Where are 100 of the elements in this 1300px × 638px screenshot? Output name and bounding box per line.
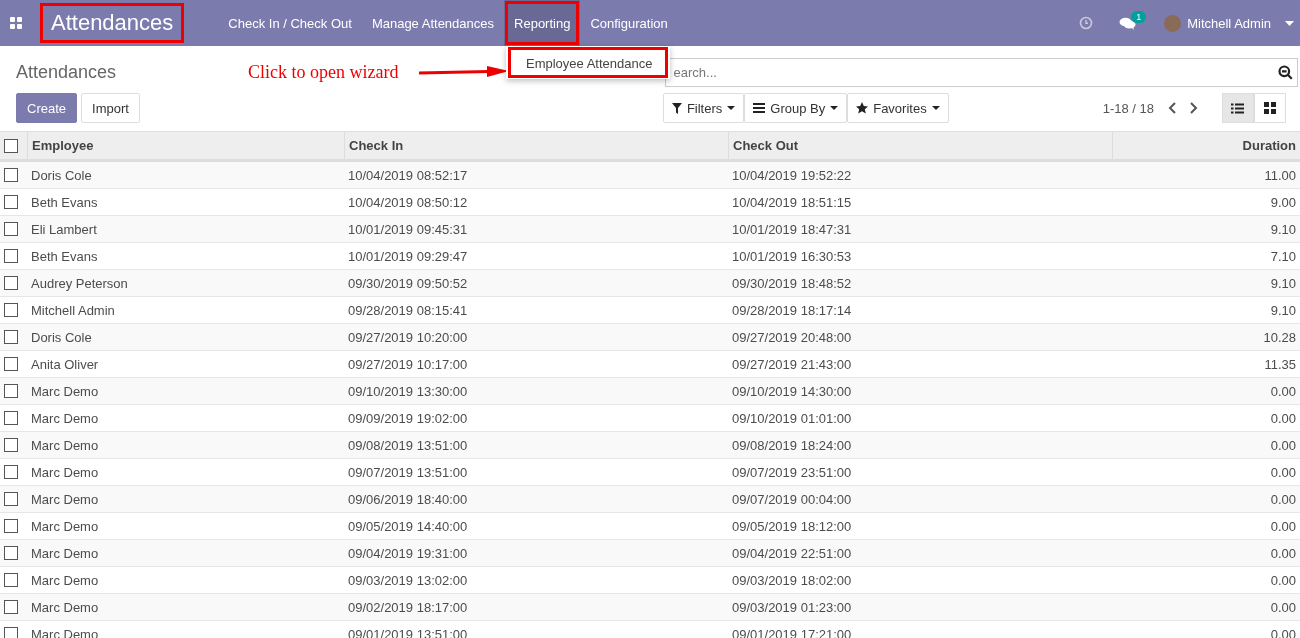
table-cell-text: 10/01/2019 16:30:53 <box>731 248 853 264</box>
user-menu[interactable]: Mitchell Admin <box>1187 15 1271 31</box>
table-cell-text: 09/01/2019 17:21:00 <box>731 626 853 638</box>
table-cell-text: 09/27/2019 10:20:00 <box>347 329 469 345</box>
chat-icon[interactable] <box>1119 16 1137 30</box>
row-checkbox[interactable] <box>4 519 18 533</box>
filter-dropdown-button[interactable]: Favorites <box>847 93 949 123</box>
row-checkbox[interactable] <box>4 438 18 452</box>
caret-icon[interactable] <box>1285 20 1294 26</box>
menu-item[interactable]: Check In / Check Out <box>218 0 362 46</box>
app-grid-icon[interactable] <box>10 17 22 29</box>
row-checkbox[interactable] <box>4 600 18 614</box>
row-checkbox[interactable] <box>4 627 18 638</box>
table-cell-text: Marc Demo <box>30 383 100 399</box>
row-checkbox[interactable] <box>4 168 18 182</box>
table-cell-text: 09/07/2019 00:04:00 <box>731 491 853 507</box>
row-checkbox[interactable] <box>4 276 18 290</box>
table-cell-text: 10/04/2019 19:52:22 <box>731 167 853 183</box>
column-header[interactable]: Employee <box>27 132 344 159</box>
table-cell-text: 09/10/2019 14:30:00 <box>731 383 853 399</box>
row-checkbox[interactable] <box>4 249 18 263</box>
table-cell-text: 09/03/2019 01:23:00 <box>731 599 853 615</box>
list-view-button[interactable] <box>1222 93 1254 123</box>
table-cell-text: 0.00 <box>1269 491 1297 507</box>
row-checkbox[interactable] <box>4 330 18 344</box>
caret-icon <box>727 106 736 110</box>
search-icon[interactable] <box>1278 64 1293 80</box>
menu-item[interactable]: Configuration <box>580 0 678 46</box>
row-checkbox[interactable] <box>4 573 18 587</box>
caret-icon <box>830 106 839 110</box>
table-cell-text: Eli Lambert <box>30 221 98 237</box>
table-cell-text: Marc Demo <box>30 464 100 480</box>
table-cell-text: 09/08/2019 13:51:00 <box>347 437 469 453</box>
table-cell-text: 7.10 <box>1269 248 1297 264</box>
table-cell-text: 09/30/2019 18:48:52 <box>731 275 853 291</box>
menu-item[interactable]: Reporting <box>504 0 581 46</box>
create-button[interactable]: Create <box>16 93 78 123</box>
row-checkbox[interactable] <box>4 546 18 560</box>
column-header[interactable]: Duration <box>1112 132 1300 159</box>
dropdown-item[interactable]: Employee Attendance <box>508 47 669 78</box>
row-checkbox[interactable] <box>4 411 18 425</box>
table-cell-text: 0.00 <box>1269 464 1297 480</box>
table-cell-text: 10.28 <box>1262 329 1297 345</box>
table-cell-text: Anita Oliver <box>30 356 100 372</box>
row-checkbox[interactable] <box>4 492 18 506</box>
table-cell-text: 10/01/2019 09:29:47 <box>347 248 469 264</box>
row-checkbox[interactable] <box>4 195 18 209</box>
table-cell-text: 10/04/2019 18:51:15 <box>731 194 853 210</box>
star-icon <box>856 102 869 114</box>
menu-item[interactable]: Manage Attendances <box>361 0 505 46</box>
table-cell-text: Mitchell Admin <box>30 302 116 318</box>
search-field[interactable]: earch... <box>664 57 1298 87</box>
table-cell-text: Marc Demo <box>30 437 100 453</box>
filter-dropdown-button[interactable]: Group By <box>744 93 848 123</box>
row-checkbox[interactable] <box>4 222 18 236</box>
table-cell-text: 9.00 <box>1269 194 1297 210</box>
row-checkbox[interactable] <box>4 465 18 479</box>
chevron-right-icon[interactable] <box>1190 102 1198 114</box>
table-cell-text: 09/04/2019 19:31:00 <box>347 545 469 561</box>
list-icon <box>1231 102 1245 114</box>
table-cell-text: 09/09/2019 19:02:00 <box>347 410 469 426</box>
table-cell-text: 9.10 <box>1269 221 1297 237</box>
table-cell-text: 09/05/2019 18:12:00 <box>731 518 853 534</box>
table-cell-text: 09/06/2019 18:40:00 <box>347 491 469 507</box>
table-cell-text: 11.35 <box>1263 356 1297 372</box>
kanban-view-button[interactable] <box>1254 93 1286 123</box>
table-cell-text: 0.00 <box>1269 518 1297 534</box>
annotation-text: Click to open wizard <box>248 61 399 83</box>
filter-dropdown-button[interactable]: Filters <box>662 93 745 123</box>
row-checkbox[interactable] <box>4 384 18 398</box>
table-cell-text: 09/10/2019 01:01:00 <box>731 410 853 426</box>
chevron-left-icon[interactable] <box>1168 102 1176 114</box>
table-cell-text: 0.00 <box>1269 545 1297 561</box>
import-button[interactable]: Import <box>81 93 140 123</box>
table-cell-text: 0.00 <box>1269 599 1297 615</box>
select-all-checkbox[interactable] <box>4 138 18 153</box>
table-cell-text: 09/07/2019 13:51:00 <box>347 464 469 480</box>
table-cell-text: 09/28/2019 18:17:14 <box>731 302 853 318</box>
row-checkbox[interactable] <box>4 303 18 317</box>
table-cell-text: Marc Demo <box>30 599 100 615</box>
table-cell-text: Audrey Peterson <box>30 275 129 291</box>
funnel-icon <box>671 102 682 114</box>
table-cell-text: 09/03/2019 13:02:00 <box>347 572 469 588</box>
table-cell-text: 0.00 <box>1269 437 1297 453</box>
app-title: Attendances <box>40 3 185 43</box>
table-cell-text: 10/01/2019 18:47:31 <box>731 221 853 237</box>
table-cell-text: 09/05/2019 14:40:00 <box>347 518 469 534</box>
list-lines-icon <box>753 103 766 113</box>
column-header[interactable]: Check In <box>344 132 728 159</box>
breadcrumb: Attendances <box>16 61 117 83</box>
table-cell-text: 0.00 <box>1269 383 1297 399</box>
table-cell-text: 0.00 <box>1269 410 1297 426</box>
table-cell-text: Doris Cole <box>30 167 93 183</box>
table-cell-text: Marc Demo <box>30 491 100 507</box>
table-cell-text: 0.00 <box>1269 572 1297 588</box>
column-header[interactable]: Check Out <box>728 132 1112 159</box>
table-cell-text: 09/04/2019 22:51:00 <box>731 545 853 561</box>
table-cell-text: 10/04/2019 08:50:12 <box>347 194 469 210</box>
row-checkbox[interactable] <box>4 357 18 371</box>
table-cell-text: Marc Demo <box>30 545 100 561</box>
